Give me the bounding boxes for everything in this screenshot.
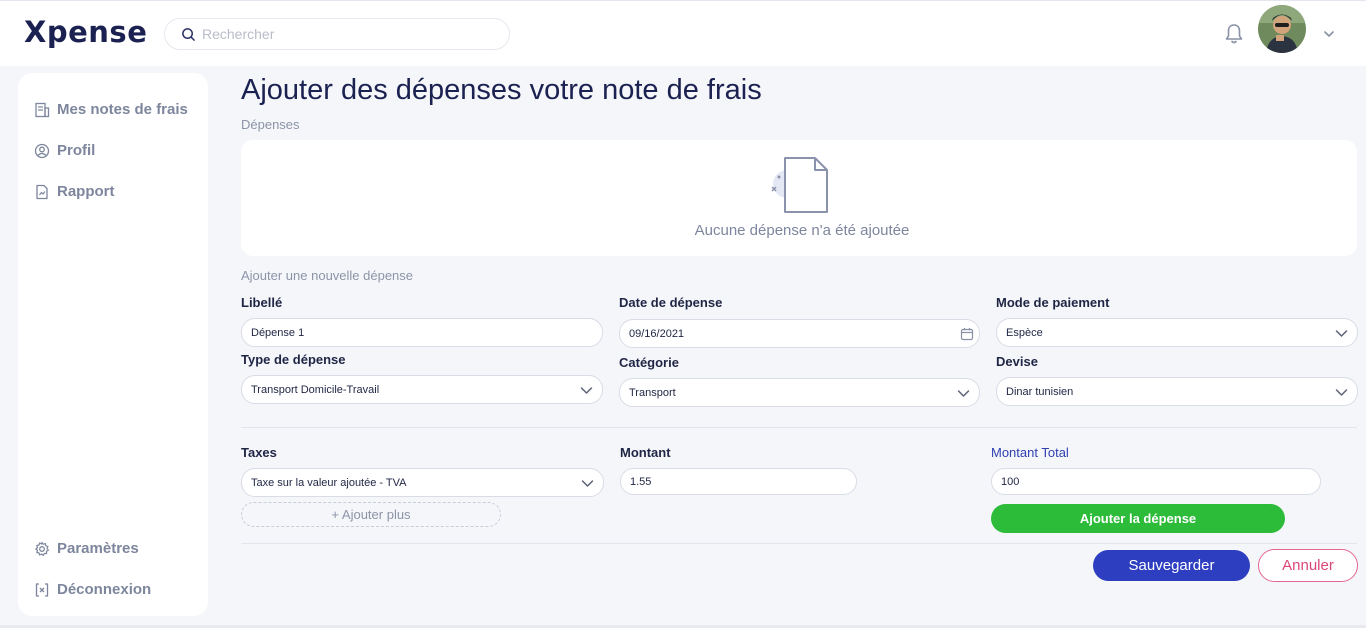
divider [241, 543, 1357, 544]
libelle-value: Dépense 1 [251, 326, 305, 339]
devise-select[interactable]: Dinar tunisien [996, 377, 1358, 406]
categorie-select[interactable]: Transport [619, 378, 980, 407]
receipt-icon [35, 102, 50, 117]
mode-value: Espèce [1006, 326, 1043, 339]
libelle-label: Libellé [241, 295, 283, 310]
devise-label: Devise [996, 354, 1038, 369]
montant-label: Montant [620, 445, 671, 460]
chevron-down-icon [580, 387, 593, 394]
montant-total-value: 100 [1001, 475, 1020, 488]
page-title: Ajouter des dépenses votre note de frais [241, 74, 762, 106]
taxes-label: Taxes [241, 445, 277, 460]
sidebar-item-label: Déconnexion [57, 581, 152, 598]
add-more-taxes-button[interactable]: + Ajouter plus [241, 502, 501, 527]
sidebar-item-label: Mes notes de frais [57, 101, 188, 118]
calendar-icon[interactable] [960, 327, 974, 341]
cancel-button[interactable]: Annuler [1258, 549, 1358, 582]
taxes-select[interactable]: Taxe sur la valeur ajoutée - TVA [241, 468, 604, 497]
top-bar: Xpense [0, 0, 1366, 66]
montant-total-input[interactable]: 100 [991, 468, 1321, 495]
sidebar-item-deconnexion[interactable]: Déconnexion [34, 581, 151, 598]
avatar[interactable] [1258, 5, 1306, 53]
empty-expenses-card: Aucune dépense n'a été ajoutée [241, 140, 1357, 256]
date-input[interactable]: 09/16/2021 [619, 319, 980, 348]
add-expense-button[interactable]: Ajouter la dépense [991, 504, 1285, 533]
categorie-value: Transport [629, 386, 676, 399]
montant-input[interactable]: 1.55 [620, 468, 857, 495]
taxes-value: Taxe sur la valeur ajoutée - TVA [251, 476, 407, 489]
logout-icon [35, 582, 49, 597]
empty-state-text: Aucune dépense n'a été ajoutée [694, 222, 910, 239]
date-label: Date de dépense [619, 295, 723, 310]
categorie-label: Catégorie [619, 355, 679, 370]
search-box[interactable] [164, 18, 510, 50]
app-logo[interactable]: Xpense [24, 15, 147, 49]
sidebar: Mes notes de frais Profil Rapport Paramè… [18, 73, 208, 616]
sidebar-item-label: Paramètres [57, 540, 139, 557]
sidebar-item-notes[interactable]: Mes notes de frais [34, 101, 188, 118]
type-value: Transport Domicile-Travail [251, 383, 380, 396]
date-value: 09/16/2021 [629, 327, 685, 340]
chevron-down-icon[interactable] [1322, 27, 1336, 41]
chevron-down-icon [957, 390, 970, 397]
expenses-section-label: Dépenses [241, 117, 300, 132]
sidebar-item-label: Profil [57, 142, 96, 159]
save-button[interactable]: Sauvegarder [1093, 550, 1250, 581]
type-select[interactable]: Transport Domicile-Travail [241, 375, 603, 404]
sidebar-item-profil[interactable]: Profil [34, 142, 95, 159]
mode-select[interactable]: Espèce [996, 318, 1358, 347]
new-expense-label: Ajouter une nouvelle dépense [241, 268, 414, 283]
mode-label: Mode de paiement [996, 295, 1110, 310]
libelle-input[interactable]: Dépense 1 [241, 318, 603, 347]
sidebar-item-parametres[interactable]: Paramètres [34, 540, 139, 557]
gear-icon [35, 541, 49, 556]
search-input[interactable] [202, 26, 492, 42]
bell-icon[interactable] [1224, 23, 1244, 45]
devise-value: Dinar tunisien [1006, 385, 1074, 398]
sidebar-item-label: Rapport [57, 183, 115, 200]
empty-document-icon [771, 157, 828, 213]
search-icon [182, 27, 195, 41]
user-circle-icon [34, 143, 50, 158]
chevron-down-icon [1335, 389, 1348, 396]
chevron-down-icon [1335, 330, 1348, 337]
report-icon [36, 184, 48, 199]
divider [241, 427, 1357, 428]
sidebar-item-rapport[interactable]: Rapport [34, 183, 115, 200]
montant-total-label: Montant Total [991, 445, 1069, 460]
chevron-down-icon [581, 480, 594, 487]
montant-value: 1.55 [630, 475, 652, 488]
type-label: Type de dépense [241, 352, 346, 367]
